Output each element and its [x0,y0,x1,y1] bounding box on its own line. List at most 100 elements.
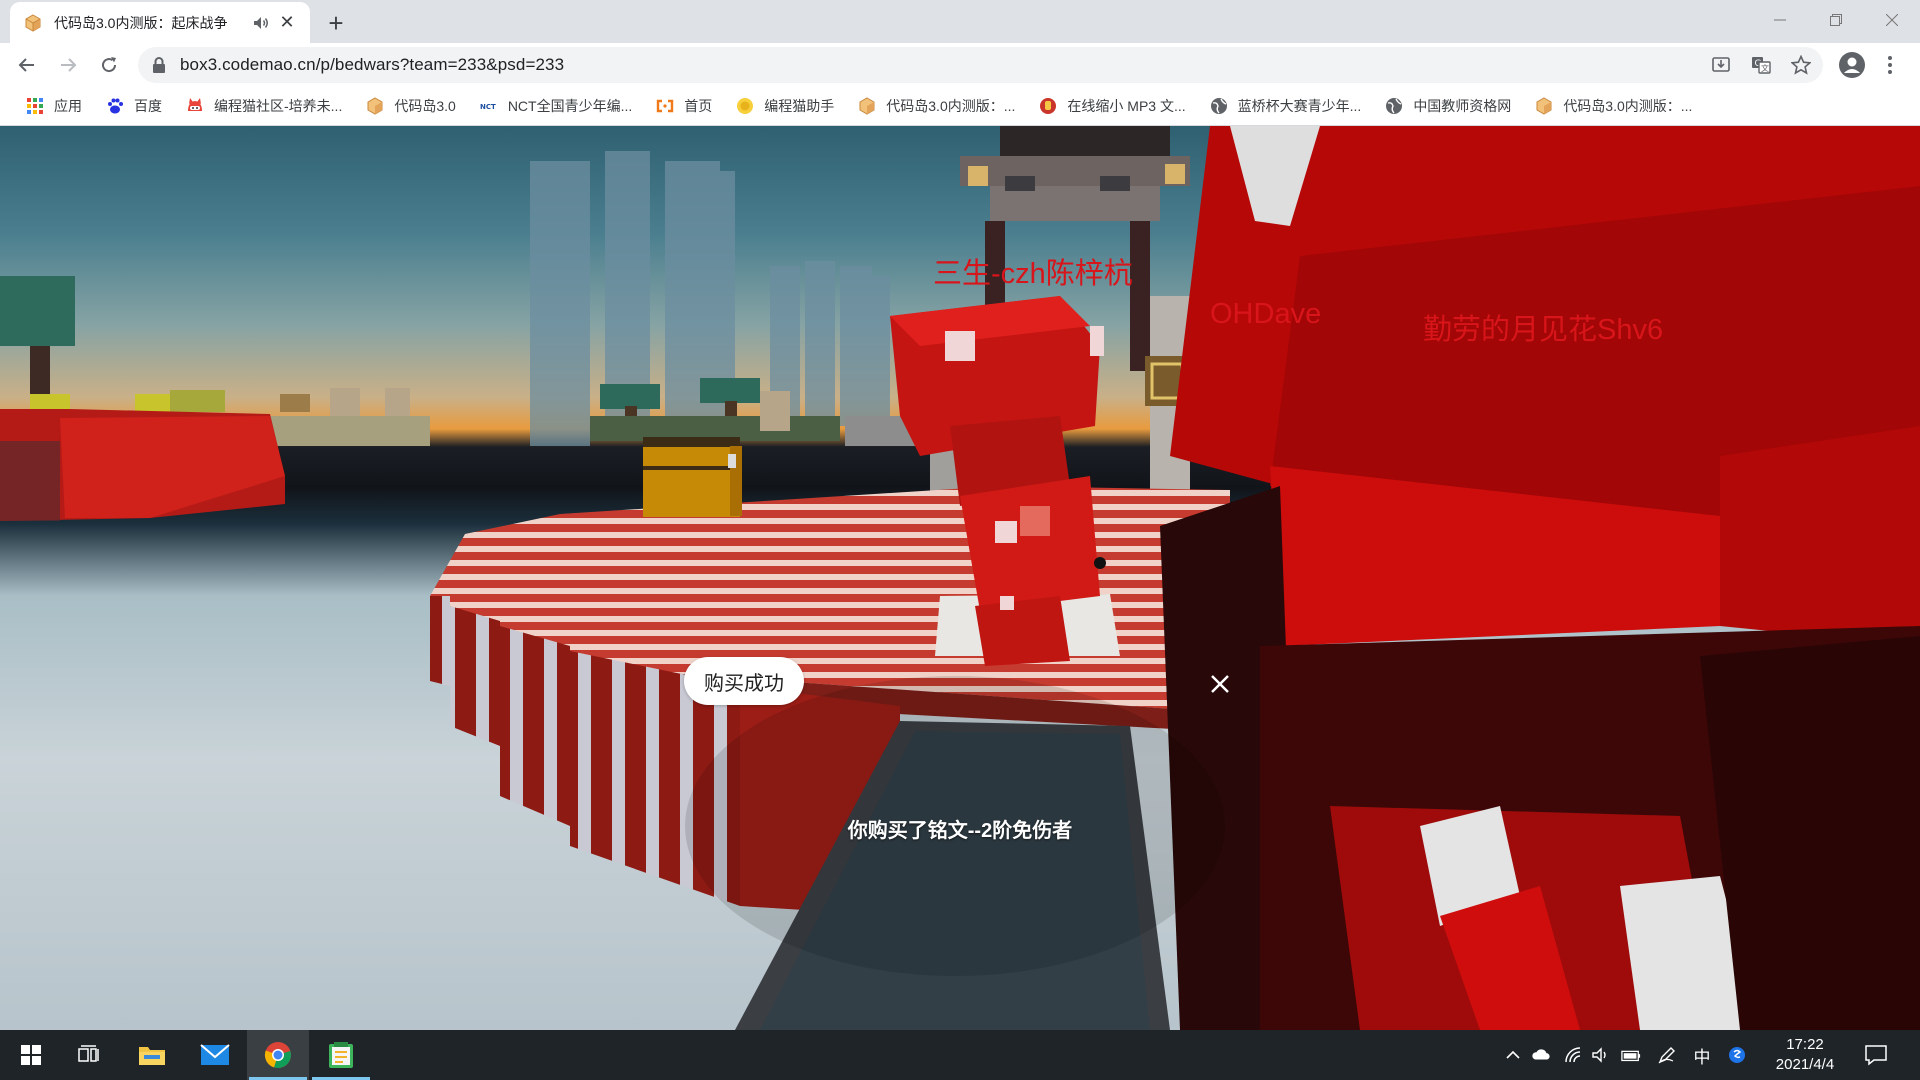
forward-button[interactable] [54,51,82,79]
bookmark-label: 中国教师资格网 [1413,97,1512,114]
foreground-red-player [1160,126,1920,1030]
back-button[interactable] [13,51,41,79]
url-text: box3.codemao.cn/p/bedwars?team=233&psd=2… [180,55,565,74]
treasure-chest [643,437,742,517]
tab-close-icon[interactable]: ✕ [276,12,298,34]
address-bar[interactable]: box3.codemao.cn/p/bedwars?team=233&psd=2… [138,47,1823,83]
bookmark-mp3[interactable]: 在线缩小 MP3 文... [1031,91,1193,121]
bookmark-box3[interactable]: 代码岛3.0 [358,91,463,121]
bookmark-assistant[interactable]: 编程猫助手 [728,91,842,121]
window-controls [1752,0,1920,40]
ime-sogou-icon[interactable] [1727,1045,1747,1065]
apps-grid-icon [27,97,43,114]
bookmark-box3-beta[interactable]: 代码岛3.0内测版：... [850,91,1023,121]
task-view-icon [78,1045,99,1062]
bookmark-box3-beta-2[interactable]: 代码岛3.0内测版：... [1527,91,1700,121]
clock-date: 2021/4/4 [1775,1056,1835,1073]
box3-cube-icon [367,96,383,115]
minimize-button[interactable] [1752,0,1808,40]
close-icon [1886,14,1898,26]
globe-icon [1386,97,1403,114]
bookmark-label: 编程猫社区-培养未... [214,97,343,114]
bookmark-home[interactable]: 首页 [648,91,720,121]
network-icon[interactable] [1563,1045,1583,1065]
player-nametag: 三生-czh陈梓杭 [933,258,1133,290]
globe-icon [1210,97,1227,114]
start-button[interactable] [0,1030,62,1080]
bookmark-star-icon[interactable] [1791,55,1811,75]
tab-title: 代码岛3.0内测版：起床战争 [54,14,228,31]
nct-logo-icon: NCT [479,101,498,111]
box3-cube-icon [25,13,41,32]
tab-strip: 代码岛3.0内测版：起床战争 ✕ + [0,0,1920,43]
reload-button[interactable] [95,51,123,79]
bookmark-teacher-cert[interactable]: 中国教师资格网 [1377,91,1519,121]
system-clock[interactable]: 17:22 2021/4/4 [1760,1035,1850,1075]
taskbar-file-explorer[interactable] [121,1030,183,1080]
bookmark-label: 编程猫助手 [764,97,835,114]
windows-logo-icon [21,1045,41,1065]
bookmark-label: 代码岛3.0内测版：... [1563,97,1693,114]
reload-icon [102,56,117,72]
arrow-right-icon [61,57,77,72]
ime-language-indicator[interactable]: 中 [1692,1045,1712,1067]
audio-playing-icon[interactable] [252,14,270,32]
game-viewport[interactable]: 三生-czh陈梓杭 OHDave 勤劳的月见花Shv6 购买成功 你购买了铭文-… [0,126,1920,1030]
restore-button[interactable] [1808,0,1864,40]
svg-text:文: 文 [1761,63,1769,73]
menu-kebab-icon[interactable] [1882,53,1898,77]
bookmark-label: 百度 [134,97,162,114]
bookmark-label: 代码岛3.0内测版：... [886,97,1016,114]
task-view-button[interactable] [58,1030,120,1080]
battery-icon[interactable] [1621,1045,1641,1065]
volume-icon[interactable] [1591,1045,1611,1065]
bookmark-label: 蓝桥杯大赛青少年... [1237,97,1362,114]
bookmark-label: 代码岛3.0 [394,97,456,114]
purchase-message: 你购买了铭文--2阶免伤者 [847,820,1073,842]
player-nametag: 勤劳的月见花Shv6 [1423,314,1664,346]
arrow-left-icon [18,57,34,72]
close-icon[interactable] [1205,669,1235,699]
bookmark-label: 在线缩小 MP3 文... [1067,97,1186,114]
bookmark-apps[interactable]: 应用 [18,91,90,121]
close-window-button[interactable] [1864,0,1920,40]
svg-text:NCT: NCT [480,103,496,111]
bookmark-nct[interactable]: NCT NCT全国青少年编... [472,91,640,121]
install-app-icon[interactable] [1711,55,1731,75]
translate-icon[interactable]: G文 [1751,55,1771,75]
taskbar-chrome[interactable] [247,1030,309,1080]
lock-icon[interactable] [152,57,166,73]
windows-taskbar: 中 17:22 2021/4/4 [0,1030,1920,1080]
browser-toolbar: box3.codemao.cn/p/bedwars?team=233&psd=2… [0,43,1920,86]
home-bracket-icon [657,99,674,112]
bookmark-label: 首页 [684,97,713,114]
new-tab-button[interactable]: + [322,8,350,38]
taskbar-notepad-app[interactable] [310,1030,372,1080]
bookmark-label: NCT全国青少年编... [507,97,633,114]
bookmarks-bar: 应用 百度 编程猫社区-培养未... 代码岛3.0 NCT NCT全国青少年编.… [0,86,1920,126]
bookmark-codemao-community[interactable]: 编程猫社区-培养未... [178,91,350,121]
player-nametag: OHDave [1210,298,1322,330]
box3-cube-icon [1536,96,1552,115]
taskbar-mail[interactable] [184,1030,246,1080]
codemao-cat-icon [188,97,202,111]
notification-center-icon[interactable] [1864,1043,1888,1067]
bookmark-label: 应用 [54,97,82,114]
onedrive-cloud-icon[interactable] [1531,1045,1551,1065]
omnibox-actions: G文 [1711,47,1811,83]
profile-avatar-icon[interactable] [1838,51,1866,79]
bookmark-lanqiao[interactable]: 蓝桥杯大赛青少年... [1202,91,1370,121]
chevron-up-icon[interactable] [1503,1045,1523,1065]
box3-cube-icon [859,96,875,115]
notes-app-icon [329,1042,353,1068]
mail-icon [200,1044,230,1065]
minimize-icon [1774,19,1786,21]
mp3-icon [1040,97,1057,114]
browser-tab[interactable]: 代码岛3.0内测版：起床战争 ✕ [10,2,310,43]
clock-time: 17:22 [1786,1036,1824,1053]
pen-icon[interactable] [1657,1045,1677,1065]
restore-icon [1830,14,1842,26]
purchase-success-toast: 购买成功 [684,657,804,705]
chrome-icon [264,1042,291,1069]
bookmark-baidu[interactable]: 百度 [98,91,170,121]
